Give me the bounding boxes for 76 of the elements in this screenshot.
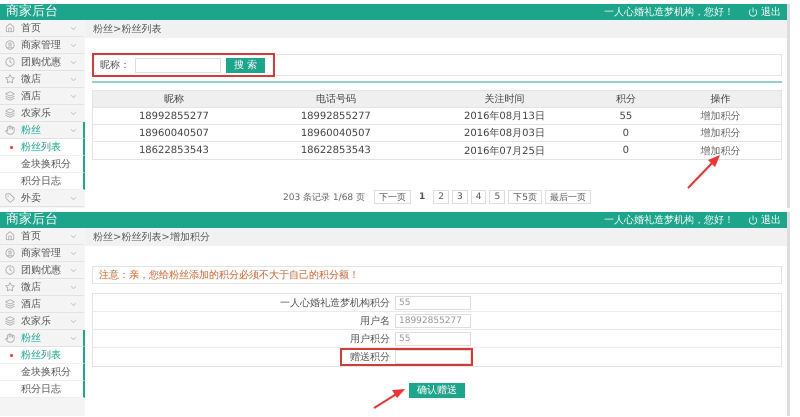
notice-text: 注意：亲，您给粉丝添加的积分必须不大于自己的积分额！ [92,266,782,284]
table-cell-text: 18622853543 [300,144,372,158]
power-icon [748,215,758,225]
table-cell-text: 18622853543 [138,144,210,158]
app-title: 商家后台 [6,4,58,20]
menu-item-icon [5,23,15,33]
table-cell-text: 0 [622,144,630,158]
field-label: 一人心婚礼造梦机构积分 [280,296,390,310]
search-label: 昵称： [100,59,130,72]
record-summary: 203 条记录 1/68 页 [283,192,366,204]
column-header: 昵称 [162,93,185,107]
submenu-item[interactable]: 积分日志 [0,173,85,190]
page-button[interactable]: 最后一页 [544,190,591,204]
menu-item-icon [5,91,15,101]
page-button[interactable]: 5 [489,190,506,204]
page-button[interactable]: 下5页 [508,190,542,204]
page-button[interactable]: 4 [470,190,486,204]
menu-item-icon [5,316,15,326]
menu-item-icon [5,125,15,135]
sidebar-item[interactable]: 酒店 [0,296,85,313]
submenu-item[interactable]: 金块换积分 [0,364,85,381]
table-cell-text: 0 [622,126,630,140]
field-label: 用户名 [360,314,390,328]
greeting-text: 一人心婚礼造梦机构，您好！ [604,6,734,19]
add-points-link[interactable]: 增加积分 [660,125,781,141]
breadcrumb: 粉丝>粉丝列表>增加积分 [93,230,210,244]
power-icon [748,7,758,17]
field-label: 用户积分 [350,332,390,346]
table-cell-text: 18960040507 [300,126,372,140]
field-label: 赠送积分 [350,350,390,364]
nickname-input[interactable] [135,58,221,72]
arrow-annotation [686,154,722,190]
page-button[interactable]: 下一页 [374,190,412,204]
menu-item-icon [5,74,15,84]
page-button[interactable]: 2 [433,190,450,204]
app-title: 商家后台 [6,212,58,228]
menu-item-icon [5,333,15,343]
sidebar-item[interactable]: 团购优惠 [0,262,85,279]
column-header: 操作 [709,93,732,107]
sidebar-item[interactable]: 团购优惠 [0,54,85,71]
page-button[interactable]: 3 [452,190,468,204]
sidebar-item[interactable]: 微店 [0,71,85,88]
sidebar-item[interactable]: 外卖 [0,190,85,207]
table-cell-text: 2016年08月03日 [462,127,546,141]
table-cell-text: 2016年08月13日 [462,110,546,124]
table-cell-text: 18992855277 [138,110,210,124]
sidebar-item[interactable]: 微店 [0,279,85,296]
column-header: 积分 [614,93,637,107]
menu-item-icon [5,40,15,50]
submenu-item[interactable]: 积分日志 [0,381,85,398]
sidebar-item[interactable]: 农家乐 [0,105,85,122]
table-cell-text: 2016年07月25日 [462,144,546,158]
greeting-text: 一人心婚礼造梦机构，您好！ [604,214,734,227]
sidebar-item[interactable]: 酒店 [0,88,85,105]
table-cell-text: 18992855277 [300,110,372,124]
menu-item-icon [5,265,15,275]
sidebar-item[interactable]: 商家管理 [0,37,85,54]
menu-item-icon [5,193,15,203]
arrow-annotation [372,388,406,410]
menu-item-icon [5,108,15,118]
sidebar-item[interactable]: 农家乐 [0,313,85,330]
submenu-item[interactable]: 金块换积分 [0,156,85,173]
add-points-link[interactable]: 增加积分 [660,108,781,124]
menu-item-icon [5,231,15,241]
menu-item-icon [5,248,15,258]
add-points-link[interactable]: 增加积分 [660,142,781,159]
menu-item-icon [5,57,15,67]
column-header: 关注时间 [483,92,526,107]
table-cell-text: 18960040507 [138,126,210,140]
table-cell-text: 55 [618,110,634,124]
menu-item-icon [5,299,15,309]
menu-item-icon [5,282,15,292]
sidebar-item[interactable]: 商家管理 [0,245,85,262]
breadcrumb: 粉丝>粉丝列表 [93,22,162,36]
input-field[interactable] [395,350,471,364]
column-header: 电话号码 [314,92,357,107]
